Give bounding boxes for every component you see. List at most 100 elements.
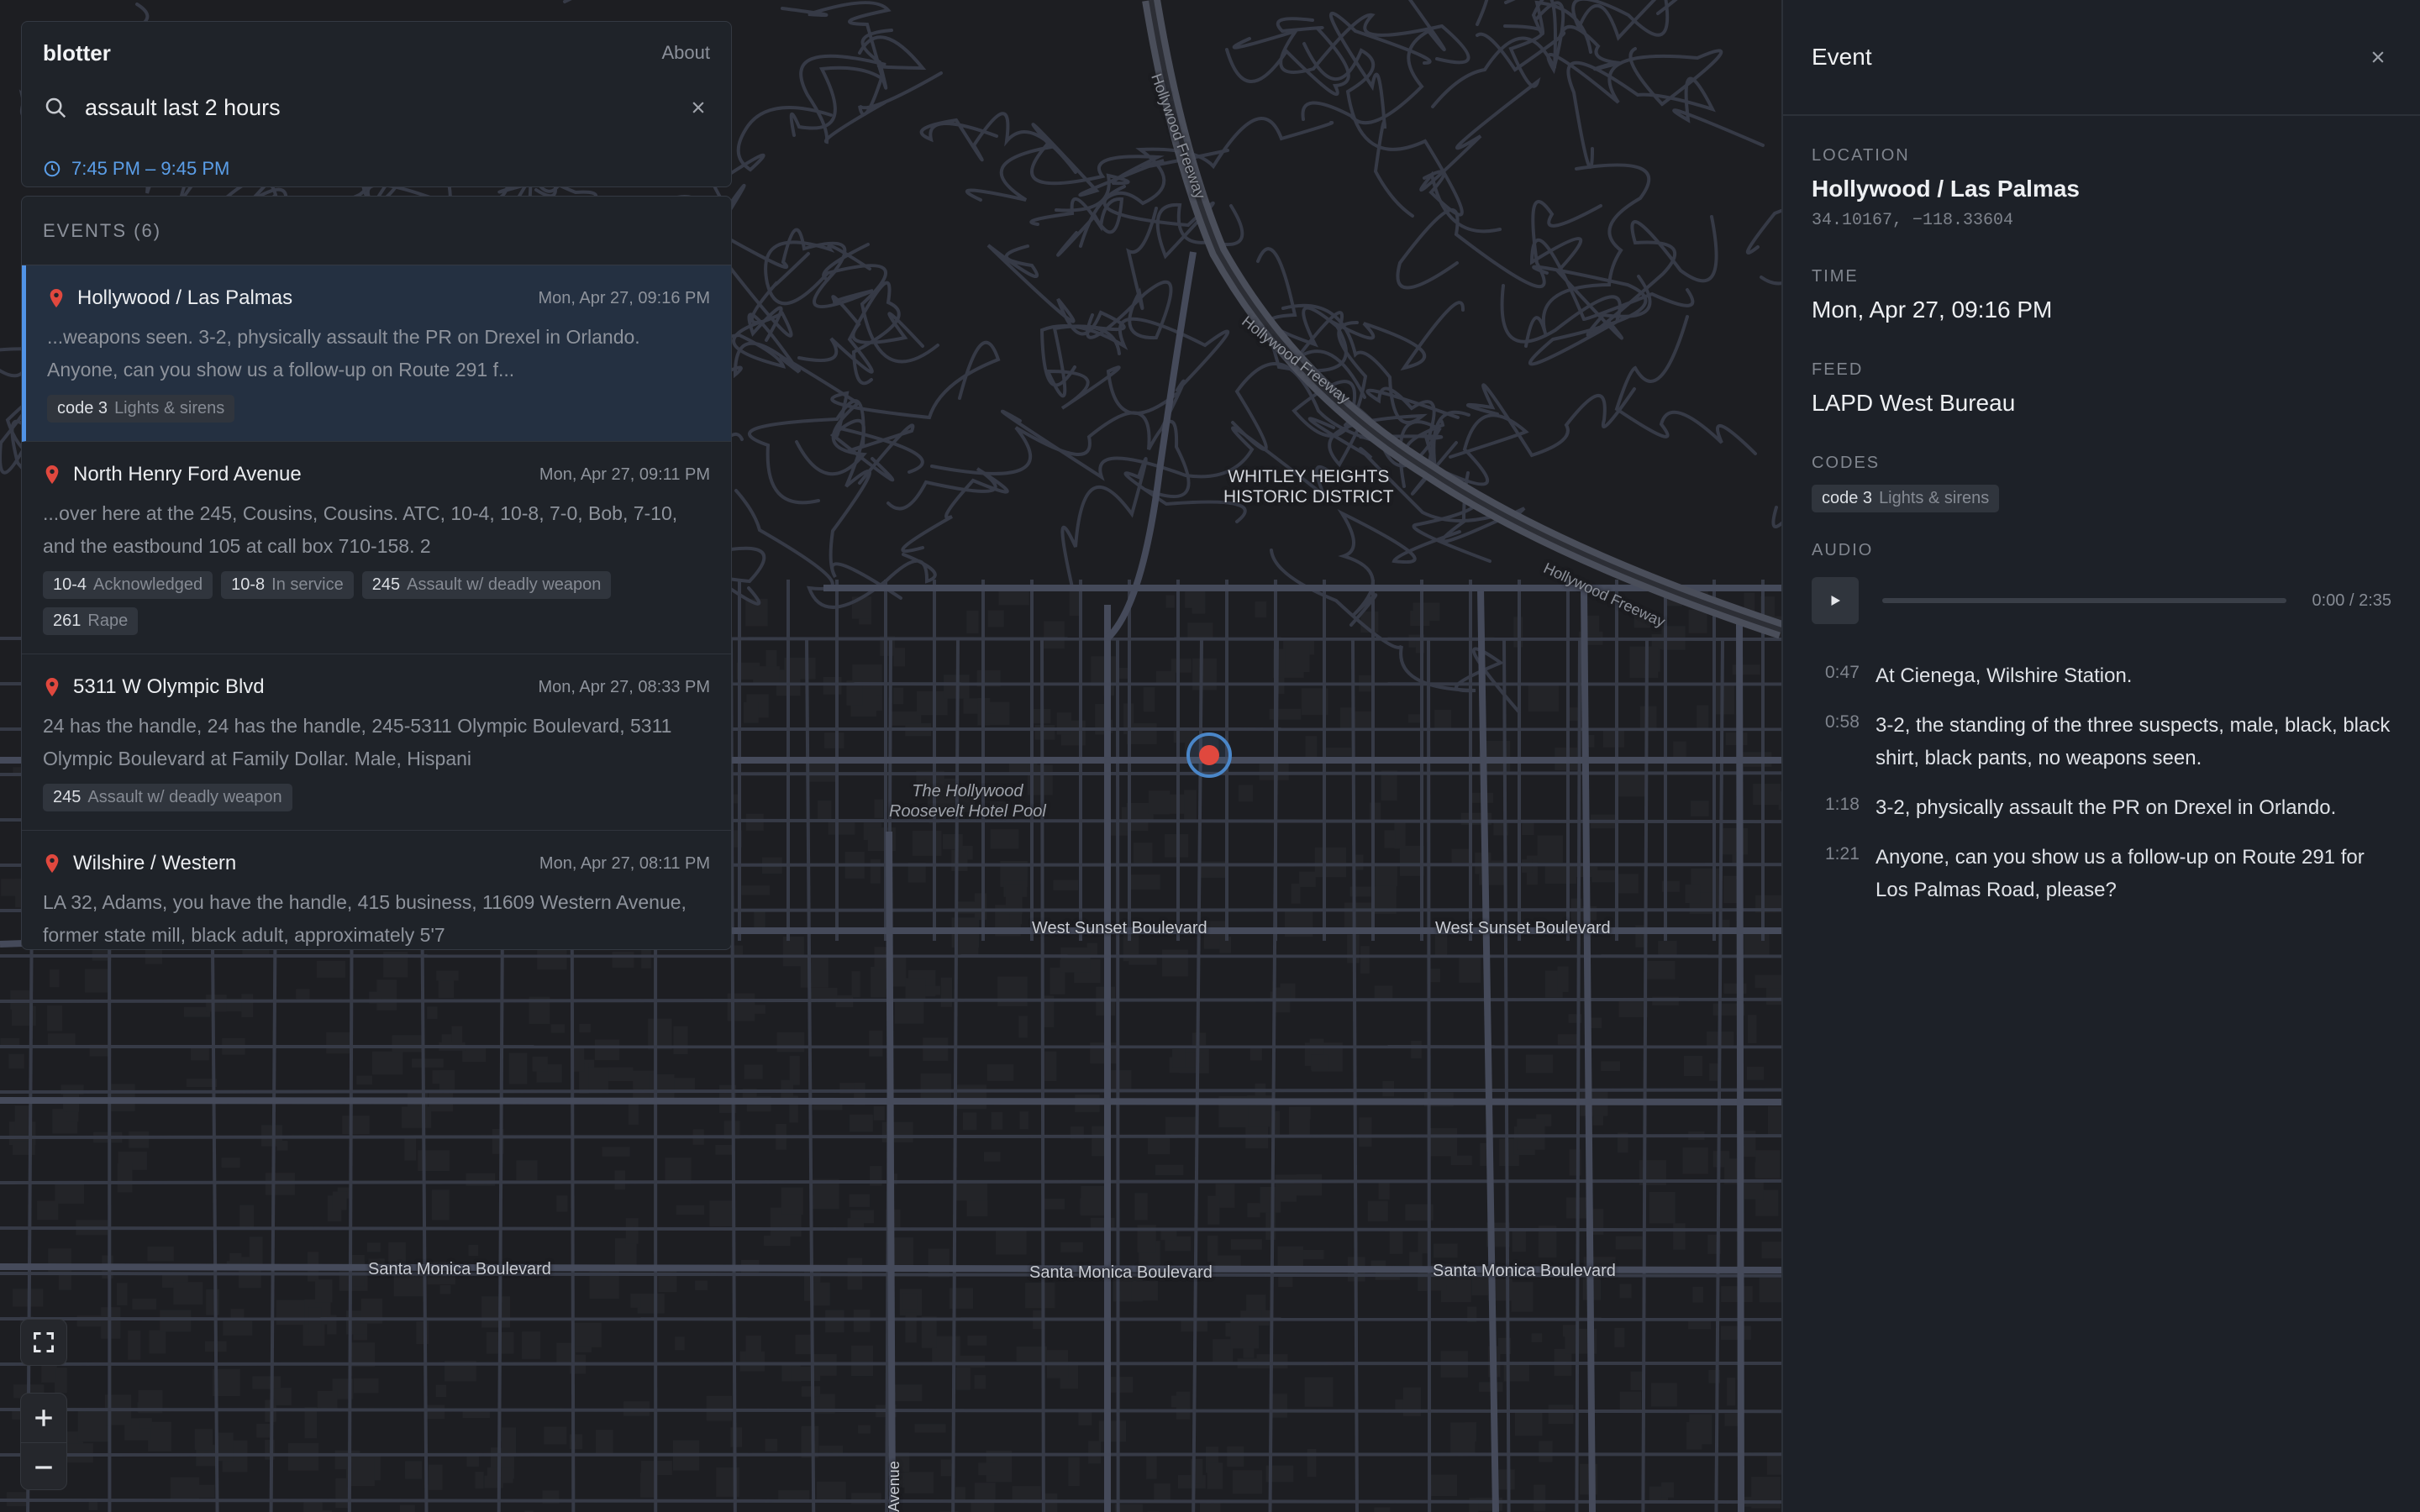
transcript-text: 3-2, physically assault the PR on Drexel…: [1876, 796, 2337, 819]
map-building: [966, 1200, 988, 1217]
event-list-item[interactable]: Hollywood / Las Palmas Mon, Apr 27, 09:16…: [22, 265, 731, 442]
map-building: [1034, 725, 1055, 740]
map-building: [849, 1194, 871, 1207]
map-building: [276, 1299, 305, 1326]
play-button[interactable]: [1812, 577, 1859, 624]
map-building: [1060, 1242, 1083, 1252]
code-tag-description: Assault w/ deadly weapon: [407, 575, 602, 594]
transcript-line[interactable]: 0:58 3-2, the standing of the three suspe…: [1812, 709, 2391, 774]
map-building: [893, 687, 904, 705]
map-building: [823, 676, 842, 695]
code-tag: 10-4 Acknowledged: [43, 571, 213, 599]
search-input[interactable]: [85, 94, 687, 121]
event-tags: 245 Assault w/ deadly weapon: [43, 784, 710, 830]
map-building: [1155, 1164, 1184, 1176]
detail-header: Event: [1783, 0, 2420, 116]
event-title: North Henry Ford Avenue: [73, 463, 302, 486]
map-building: [1450, 1155, 1472, 1166]
code-tag-description: Acknowledged: [93, 575, 203, 594]
map-building: [223, 1320, 253, 1336]
audio-progress-bar[interactable]: [1882, 598, 2287, 603]
map-building: [85, 969, 110, 993]
map-building: [1367, 1200, 1388, 1222]
transcript-line[interactable]: 0:47 At Cienega, Wilshire Station.: [1812, 659, 2391, 692]
events-header: EVENTS (6): [22, 197, 731, 265]
map-building: [1354, 854, 1364, 870]
code-tag: code 3 Lights & sirens: [47, 395, 235, 423]
plus-icon: [35, 1410, 52, 1426]
map-building: [983, 1152, 1001, 1162]
event-list-item[interactable]: North Henry Ford Avenue Mon, Apr 27, 09:1…: [22, 442, 731, 654]
map-building: [974, 1375, 986, 1389]
transcript-line[interactable]: 1:21 Anyone, can you show us a follow-up …: [1812, 841, 2391, 906]
map-building: [1754, 974, 1781, 989]
transcript-text: 3-2, the standing of the three suspects,…: [1876, 714, 2391, 769]
code-tag: 245 Assault w/ deadly weapon: [361, 571, 612, 599]
street-label-west-sunset: West Sunset Boulevard: [1435, 919, 1611, 937]
time-range-filter[interactable]: 7:45 PM – 9:45 PM: [43, 158, 229, 180]
map-building: [1249, 1047, 1262, 1061]
map-building: [986, 1064, 1014, 1081]
map-arterial: [1477, 587, 1499, 1512]
map-building: [1673, 1223, 1686, 1250]
map-building: [916, 690, 948, 716]
map-building: [1709, 1063, 1719, 1081]
map-building: [544, 1426, 567, 1445]
map-building: [851, 1345, 874, 1377]
event-list-item[interactable]: 5311 W Olympic Blvd Mon, Apr 27, 08:33 PM…: [22, 654, 731, 831]
map-building: [304, 1407, 318, 1439]
map-building: [332, 1191, 347, 1210]
play-icon: [1831, 596, 1840, 606]
map-building: [1630, 1371, 1644, 1390]
map-building: [1548, 1404, 1574, 1425]
code-tag-code: 10-4: [53, 575, 87, 594]
map-building: [1325, 747, 1351, 757]
location-section: LOCATION Hollywood / Las Palmas 34.10167…: [1812, 146, 2391, 230]
map-building: [55, 1368, 67, 1394]
map-building: [1723, 875, 1737, 904]
close-detail-button[interactable]: [2365, 44, 2391, 71]
map-building: [1019, 1111, 1028, 1130]
map-building: [781, 1187, 803, 1215]
map-building: [392, 1035, 424, 1053]
map-building: [715, 1144, 734, 1155]
map-building: [1131, 1280, 1159, 1301]
map-building: [1098, 1420, 1127, 1442]
code-tag-code: 10-8: [231, 575, 266, 594]
fullscreen-button[interactable]: [20, 1319, 67, 1366]
map-building: [353, 1378, 379, 1394]
map-building: [249, 1236, 263, 1267]
time-range-label: 7:45 PM – 9:45 PM: [71, 158, 230, 179]
zoom-in-button[interactable]: [21, 1394, 66, 1442]
map-building: [1184, 790, 1197, 820]
app-logo[interactable]: blotter: [43, 40, 111, 66]
event-list-item[interactable]: Wilshire / Western Mon, Apr 27, 08:11 PM L…: [22, 831, 731, 949]
event-marker[interactable]: [1186, 732, 1232, 778]
map-building: [709, 1200, 736, 1226]
transcript-line[interactable]: 1:18 3-2, physically assault the PR on Dr…: [1812, 791, 2391, 824]
map-building: [893, 1384, 923, 1402]
street-label-santa-monica: Santa Monica Boulevard: [1433, 1262, 1616, 1280]
map-building: [596, 1430, 613, 1456]
code-tag-code: code 3: [57, 399, 108, 417]
event-list: Hollywood / Las Palmas Mon, Apr 27, 09:16…: [22, 265, 731, 949]
map-building: [316, 960, 346, 978]
event-header-row: Wilshire / Western Mon, Apr 27, 08:11 PM: [43, 849, 710, 878]
map-building: [1692, 1286, 1704, 1303]
zoom-out-button[interactable]: [21, 1442, 66, 1489]
map-building: [741, 885, 771, 895]
about-link[interactable]: About: [662, 42, 711, 64]
map-building: [998, 590, 1029, 606]
map-building: [1450, 1422, 1476, 1454]
map-building: [117, 1163, 133, 1193]
map-building: [1285, 644, 1310, 673]
map-building: [1239, 785, 1254, 802]
map-building: [8, 1053, 24, 1069]
map-pin-icon: [50, 289, 63, 307]
map-building: [276, 1141, 288, 1151]
map-building: [516, 1160, 538, 1181]
map-hill-road: [1337, 509, 1461, 627]
map-street: [1427, 638, 1432, 1512]
clear-search-button[interactable]: [687, 96, 710, 119]
map-building: [129, 1131, 149, 1148]
